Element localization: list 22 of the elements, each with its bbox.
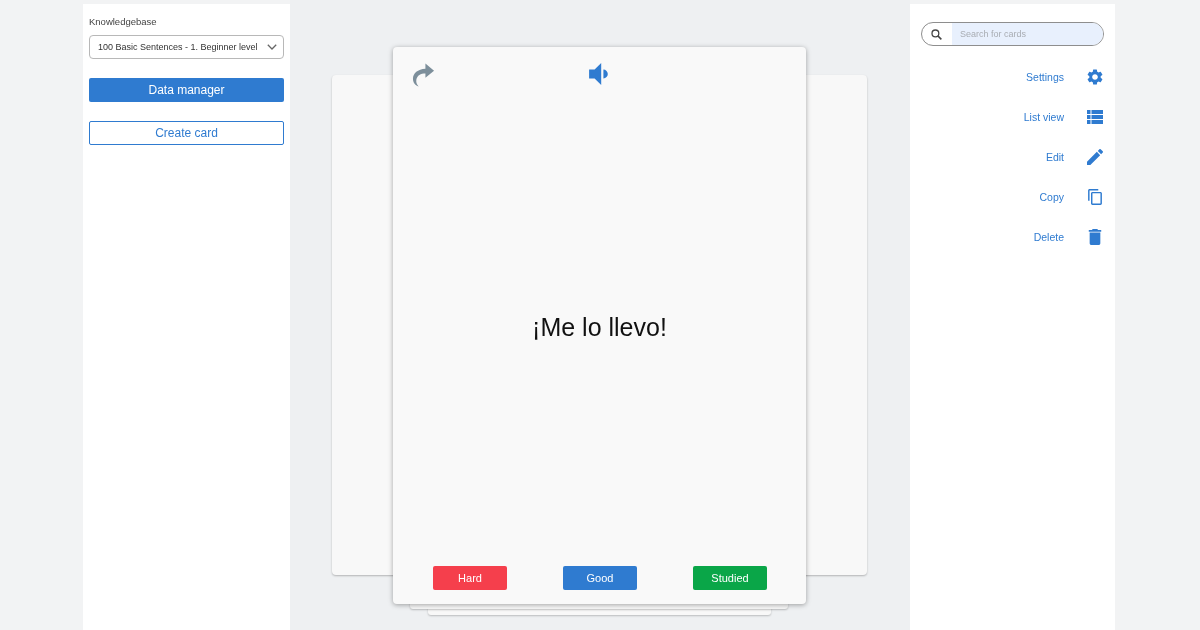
list-icon — [1087, 109, 1103, 125]
answer-button[interactable]: Studied — [693, 566, 767, 590]
copy-icon — [1087, 189, 1103, 205]
action-button[interactable]: List view — [1023, 105, 1104, 129]
data-manager-button[interactable]: Data manager — [89, 78, 284, 102]
knowledgebase-select[interactable]: 100 Basic Sentences - 1. Beginner level — [89, 35, 284, 59]
speaker-icon[interactable] — [589, 63, 609, 85]
action-button[interactable]: Settings — [1026, 65, 1104, 89]
action-button[interactable]: Edit — [1045, 145, 1104, 169]
caret-icon — [267, 44, 277, 50]
search-icon — [931, 28, 942, 40]
share-arrow-icon[interactable] — [412, 61, 435, 87]
knowledgebase-label: Knowledgebase — [89, 16, 157, 28]
create-card-button[interactable]: Create card — [89, 121, 284, 145]
pencil-icon — [1087, 149, 1103, 165]
gear-icon — [1087, 69, 1103, 85]
answer-button[interactable]: Good — [563, 566, 637, 590]
trash-icon — [1087, 229, 1103, 245]
answer-button[interactable]: Hard — [433, 566, 507, 590]
card-text: ¡Me lo llevo! — [532, 313, 667, 342]
action-button[interactable]: Copy — [1039, 185, 1104, 209]
action-button[interactable]: Delete — [1033, 225, 1104, 249]
